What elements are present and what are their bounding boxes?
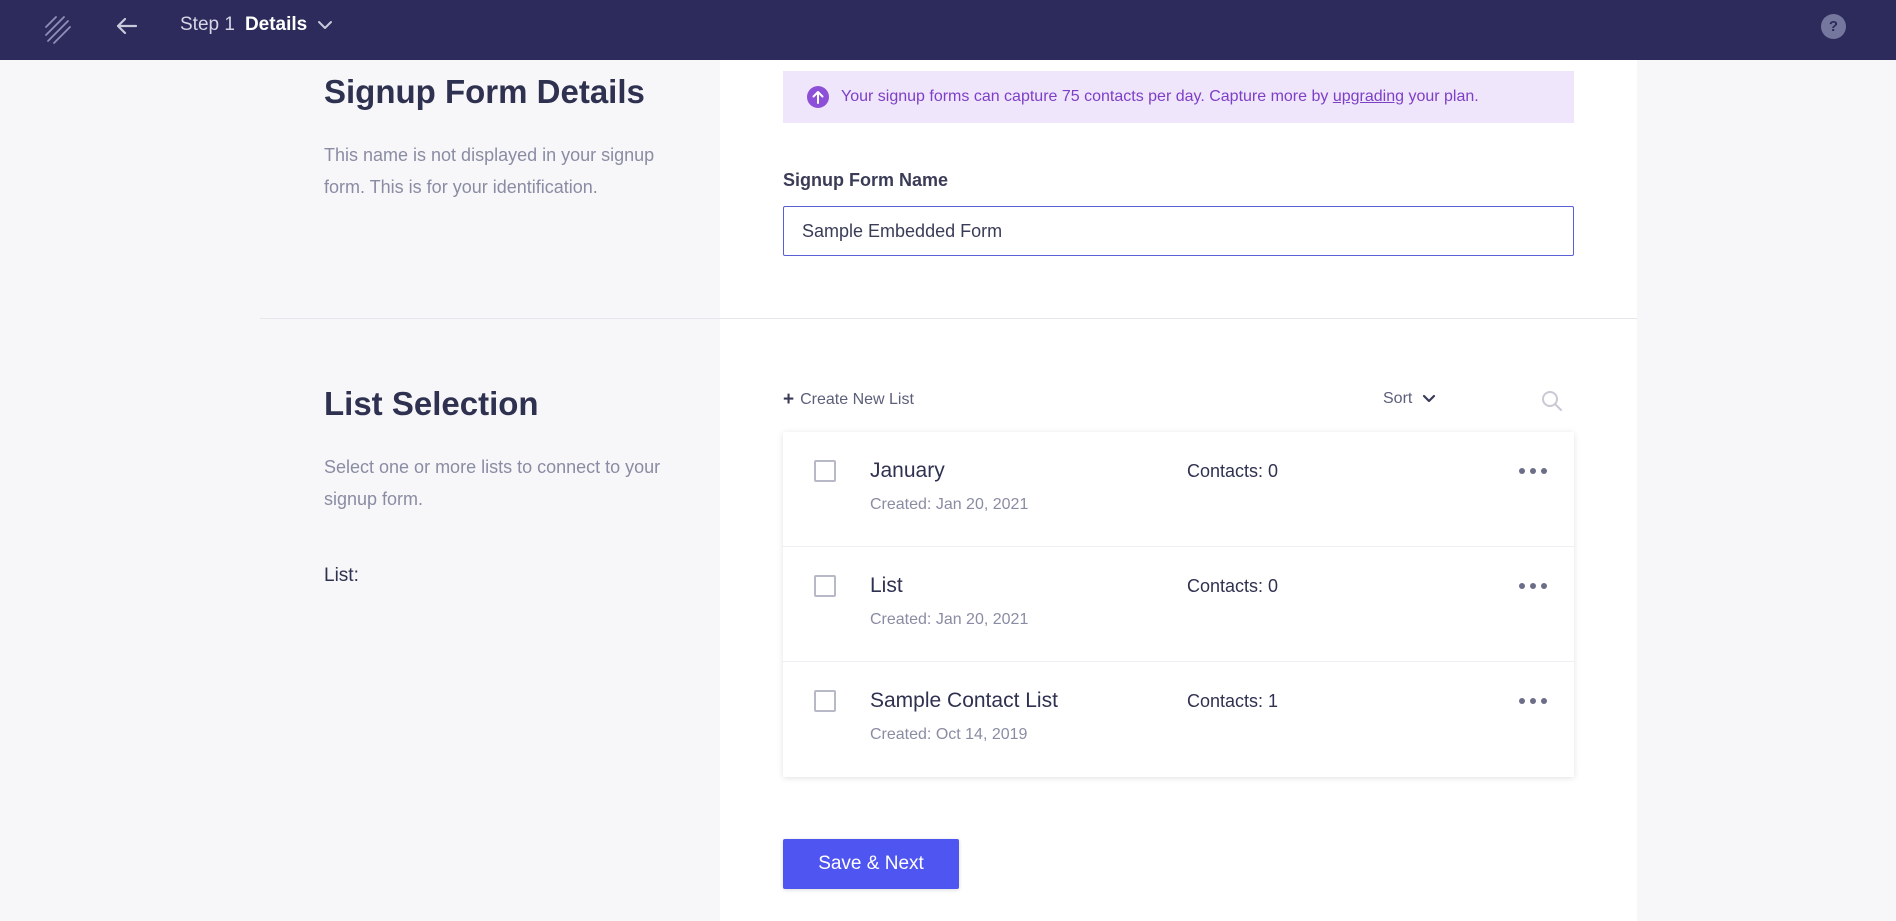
form-name-input[interactable]	[783, 206, 1574, 256]
list-name: Sample Contact List	[870, 689, 1058, 712]
plus-icon: +	[783, 389, 795, 410]
form-name-label: Signup Form Name	[783, 170, 949, 190]
search-icon[interactable]	[1541, 390, 1563, 412]
list-name: List	[870, 574, 903, 597]
list-item: List Created: Jan 20, 2021 Contacts: 0	[783, 547, 1574, 662]
help-icon[interactable]: ?	[1821, 14, 1846, 39]
list-checkbox[interactable]	[814, 575, 836, 597]
more-options-icon[interactable]	[1519, 464, 1547, 478]
save-next-button[interactable]: Save & Next	[783, 839, 959, 889]
chevron-down-icon	[1423, 394, 1436, 403]
more-options-icon[interactable]	[1519, 579, 1547, 593]
notice-text: Your signup forms can capture 75 contact…	[841, 88, 1479, 105]
logo-icon[interactable]	[44, 13, 72, 45]
list-item: Sample Contact List Created: Oct 14, 201…	[783, 662, 1574, 777]
details-section-title: Signup Form Details	[324, 73, 645, 110]
list-contacts-count: Contacts: 1	[1187, 691, 1279, 711]
sort-label: Sort	[1383, 390, 1413, 407]
sort-dropdown[interactable]: Sort	[1383, 390, 1436, 408]
section-divider	[260, 318, 1637, 319]
step-title: Details	[244, 14, 308, 35]
list-item: January Created: Jan 20, 2021 Contacts: …	[783, 432, 1574, 547]
create-new-list-link[interactable]: + Create New List	[783, 389, 914, 411]
more-options-icon[interactable]	[1519, 694, 1547, 708]
upgrade-notice: Your signup forms can capture 75 contact…	[783, 71, 1574, 123]
chevron-down-icon	[318, 21, 333, 29]
step-selector[interactable]: Step 1 Details	[180, 14, 333, 36]
list-contacts-count: Contacts: 0	[1187, 576, 1279, 596]
step-number: Step 1	[180, 14, 235, 35]
list-field-label: List:	[324, 565, 359, 586]
list-checkbox[interactable]	[814, 690, 836, 712]
details-section-description: This name is not displayed in your signu…	[324, 145, 655, 197]
top-navigation-bar: Step 1 Details ?	[0, 0, 1896, 60]
create-new-list-label: Create New List	[800, 391, 914, 408]
upgrade-link[interactable]: upgrading	[1333, 88, 1404, 105]
list-name: January	[870, 459, 945, 482]
list-created-date: Created: Jan 20, 2021	[870, 496, 1029, 513]
arrow-up-circle-icon	[807, 86, 829, 108]
list-created-date: Created: Jan 20, 2021	[870, 611, 1029, 628]
list-section-title: List Selection	[324, 385, 539, 422]
list-created-date: Created: Oct 14, 2019	[870, 726, 1028, 743]
list-table: January Created: Jan 20, 2021 Contacts: …	[783, 432, 1574, 777]
list-section-description: Select one or more lists to connect to y…	[324, 457, 661, 509]
list-contacts-count: Contacts: 0	[1187, 461, 1279, 481]
list-checkbox[interactable]	[814, 460, 836, 482]
arrow-left-icon[interactable]	[114, 14, 140, 38]
